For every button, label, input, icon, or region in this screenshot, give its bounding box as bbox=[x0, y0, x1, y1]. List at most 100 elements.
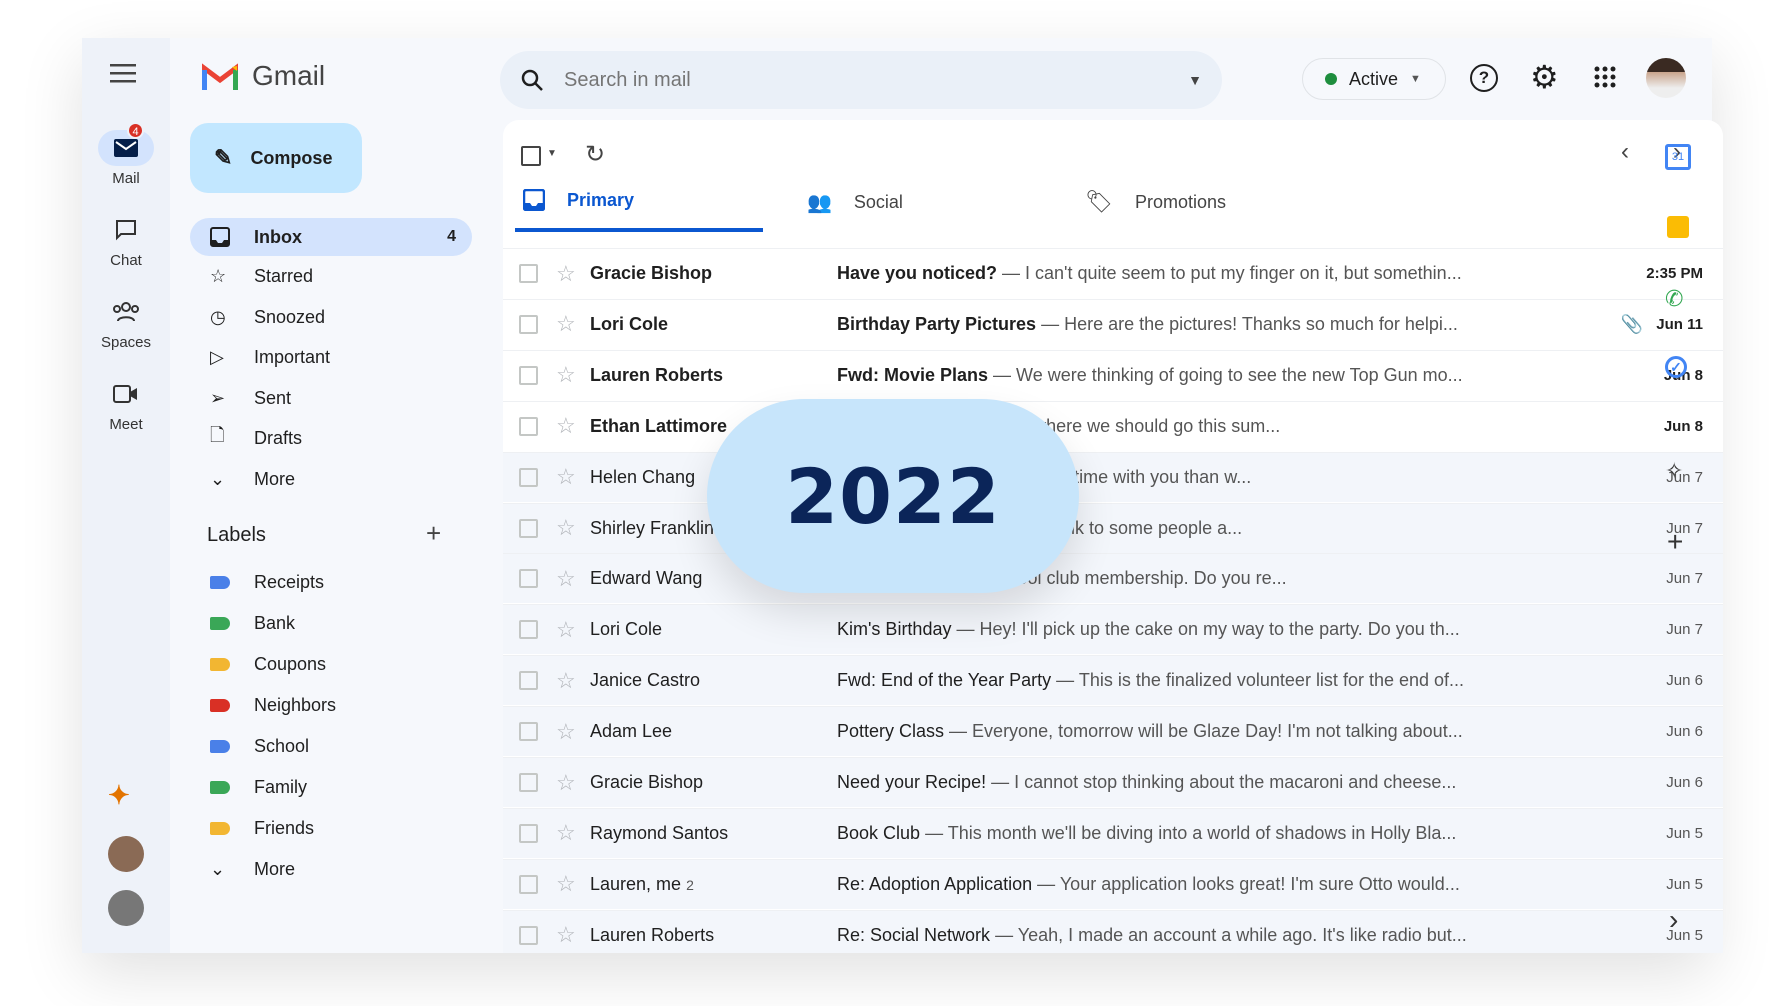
sender: Janice Castro bbox=[590, 670, 701, 691]
help-icon[interactable]: ? bbox=[1470, 64, 1498, 92]
row-checkbox[interactable] bbox=[519, 671, 538, 691]
email-row[interactable]: ☆ Raymond Santos Book Club — This month we… bbox=[503, 807, 1723, 858]
gmail-logo[interactable]: Gmail bbox=[202, 60, 325, 92]
gear-icon[interactable]: ⚙ bbox=[1530, 58, 1559, 96]
phone-icon[interactable]: ✆ bbox=[1665, 286, 1691, 312]
rail-spaces[interactable]: Spaces bbox=[82, 294, 170, 351]
row-checkbox[interactable] bbox=[519, 314, 538, 334]
star-icon[interactable]: ☆ bbox=[556, 261, 576, 287]
star-icon[interactable]: ☆ bbox=[556, 770, 576, 796]
keep-icon[interactable] bbox=[1667, 216, 1689, 238]
addons-icon[interactable]: ✧ bbox=[1665, 458, 1691, 484]
star-icon[interactable]: ☆ bbox=[556, 719, 576, 745]
nav-more[interactable]: ⌄ More bbox=[190, 460, 472, 498]
nav-inbox[interactable]: Inbox 4 bbox=[190, 218, 472, 256]
nav-important[interactable]: ▷ Important bbox=[190, 338, 472, 376]
nav-sent[interactable]: ➢ Sent bbox=[190, 379, 472, 417]
email-row[interactable]: ☆ Ethan Lattimore Have you thought about w… bbox=[503, 400, 1723, 451]
tab-promotions[interactable]: 🏷 Promotions bbox=[1085, 172, 1226, 232]
labels-more[interactable]: ⌄ More bbox=[190, 850, 472, 888]
label-school[interactable]: School bbox=[190, 727, 472, 765]
select-all-checkbox[interactable] bbox=[521, 146, 541, 166]
tab-primary[interactable]: Primary bbox=[515, 172, 763, 232]
nav-label: More bbox=[254, 858, 296, 879]
expand-panel-icon[interactable]: › bbox=[1669, 904, 1695, 935]
email-row[interactable]: ☆ Lori Cole Kim's Birthday — Hey! I'll pic… bbox=[503, 604, 1723, 655]
rail-mail[interactable]: 4 Mail bbox=[82, 122, 170, 187]
apps-grid-icon[interactable] bbox=[1594, 66, 1616, 88]
label-friends[interactable]: Friends bbox=[190, 809, 472, 847]
star-icon[interactable]: ☆ bbox=[556, 617, 576, 643]
avatar[interactable] bbox=[108, 836, 144, 872]
email-row[interactable]: ☆Shirley Franklinn't realize that. I'm g… bbox=[503, 502, 1723, 553]
star-icon[interactable]: ☆ bbox=[556, 668, 576, 694]
nav-snoozed[interactable]: ◷ Snoozed bbox=[190, 298, 472, 336]
star-icon[interactable]: ☆ bbox=[556, 820, 576, 846]
app-logo-icon[interactable]: ✦ bbox=[108, 780, 130, 811]
row-checkbox[interactable] bbox=[519, 416, 538, 436]
email-row[interactable]: ☆ Adam Lee Pottery Class — Everyone, tomor… bbox=[503, 706, 1723, 757]
search-bar[interactable]: ▼ bbox=[500, 51, 1222, 109]
star-icon[interactable]: ☆ bbox=[556, 515, 576, 541]
attachment-icon: 📎 bbox=[1620, 313, 1643, 334]
search-icon[interactable] bbox=[520, 68, 544, 92]
row-checkbox[interactable] bbox=[519, 569, 538, 589]
account-avatar[interactable] bbox=[1646, 58, 1686, 98]
subject: Kim's Birthday bbox=[837, 619, 952, 640]
add-addon-icon[interactable]: + bbox=[1667, 526, 1693, 557]
email-row[interactable]: ☆ Gracie Bishop Need your Recipe! — I cann… bbox=[503, 757, 1723, 807]
row-checkbox[interactable] bbox=[519, 722, 538, 742]
email-row[interactable]: ☆ Lori Cole Birthday Party Pictures — Here… bbox=[503, 298, 1723, 349]
nav-drafts[interactable]: 🗋 Drafts bbox=[190, 419, 472, 457]
row-checkbox[interactable] bbox=[519, 773, 538, 792]
compose-button[interactable]: ✎ Compose bbox=[190, 123, 362, 193]
email-row[interactable]: ☆ Lauren, me 2 Re: Adoption Application — … bbox=[503, 858, 1723, 909]
main-menu-icon[interactable] bbox=[110, 62, 138, 84]
star-icon[interactable]: ☆ bbox=[556, 922, 576, 948]
search-input[interactable] bbox=[564, 68, 1169, 92]
row-checkbox[interactable] bbox=[519, 264, 538, 283]
email-row[interactable]: ☆ Gracie Bishop Have you noticed? — I can'… bbox=[503, 248, 1723, 298]
rail-chat[interactable]: Chat bbox=[82, 212, 170, 269]
label-bank[interactable]: Bank bbox=[190, 604, 472, 642]
avatar[interactable] bbox=[108, 890, 144, 926]
email-row[interactable]: ☆ Edward Wang it's time to renew our pool … bbox=[503, 553, 1723, 604]
row-checkbox[interactable] bbox=[519, 365, 538, 385]
email-row[interactable]: ☆ Lauren Roberts Fwd: Movie Plans — We wer… bbox=[503, 349, 1723, 400]
label-family[interactable]: Family bbox=[190, 768, 472, 806]
star-icon[interactable]: ☆ bbox=[556, 464, 576, 490]
star-icon[interactable]: ☆ bbox=[556, 871, 576, 897]
label-coupons[interactable]: Coupons bbox=[190, 645, 472, 683]
label-receipts[interactable]: Receipts bbox=[190, 563, 472, 601]
row-checkbox[interactable] bbox=[519, 874, 538, 894]
search-options-icon[interactable]: ▼ bbox=[1188, 72, 1202, 88]
refresh-icon[interactable]: ↻ bbox=[585, 140, 605, 169]
add-label-icon[interactable]: + bbox=[426, 518, 441, 549]
calendar-icon[interactable]: 31 bbox=[1665, 144, 1691, 170]
row-checkbox[interactable] bbox=[519, 823, 538, 843]
tab-social[interactable]: 👥 Social bbox=[807, 172, 903, 232]
status-dropdown[interactable]: Active ▼ bbox=[1302, 58, 1446, 100]
nav-starred[interactable]: ☆ Starred bbox=[190, 257, 472, 295]
tasks-icon[interactable]: ✓ bbox=[1665, 356, 1687, 378]
email-row[interactable]: ☆Helen Changpoint, my hat has spent more… bbox=[503, 451, 1723, 502]
rail-meet[interactable]: Meet bbox=[82, 376, 170, 433]
prev-page-icon[interactable]: ‹ bbox=[1621, 138, 1629, 166]
email-preview: Birthday Party Pictures — Here are the p… bbox=[837, 314, 1497, 335]
star-icon[interactable]: ☆ bbox=[556, 311, 576, 337]
email-preview: Pottery Class — Everyone, tomorrow will … bbox=[837, 721, 1497, 742]
email-row[interactable]: ☆ Lauren Roberts Re: Social Network — Yeah… bbox=[503, 909, 1723, 953]
select-dropdown-icon[interactable]: ▼ bbox=[547, 148, 557, 159]
star-icon[interactable]: ☆ bbox=[556, 362, 576, 388]
row-checkbox[interactable] bbox=[519, 620, 538, 640]
row-checkbox[interactable] bbox=[519, 467, 538, 487]
star-icon[interactable]: ☆ bbox=[556, 566, 576, 592]
row-checkbox[interactable] bbox=[519, 518, 538, 538]
snippet: — I can't quite seem to put my finger on… bbox=[997, 263, 1462, 283]
label-neighbors[interactable]: Neighbors bbox=[190, 686, 472, 724]
row-checkbox[interactable] bbox=[519, 925, 538, 945]
email-row[interactable]: ☆ Janice Castro Fwd: End of the Year Party… bbox=[503, 655, 1723, 706]
star-icon[interactable]: ☆ bbox=[556, 413, 576, 439]
status-dot bbox=[1325, 73, 1337, 85]
date: Jun 8 bbox=[1663, 417, 1703, 435]
